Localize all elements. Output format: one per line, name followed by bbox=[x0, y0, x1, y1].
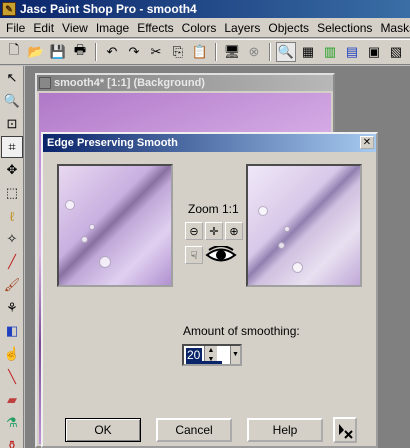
color-replacer-icon[interactable]: ◧ bbox=[1, 320, 23, 342]
toolbar-separator bbox=[269, 43, 271, 61]
eraser-tool-icon[interactable]: ▰ bbox=[1, 389, 23, 411]
water-drop bbox=[65, 200, 75, 210]
zoom-level-label: Zoom 1:1 bbox=[188, 202, 239, 216]
hand-icon[interactable]: ☟ bbox=[185, 246, 203, 264]
layers-icon[interactable]: ▣ bbox=[364, 42, 384, 62]
menu-effects[interactable]: Effects bbox=[133, 21, 177, 35]
deform-tool-icon[interactable]: ⊡ bbox=[1, 113, 23, 135]
close-icon[interactable]: ✕ bbox=[360, 136, 374, 149]
clone-tool-icon[interactable]: ⚘ bbox=[1, 297, 23, 319]
zoom-out-icon[interactable]: ⊖ bbox=[185, 222, 203, 240]
histogram-icon[interactable]: ▥ bbox=[320, 42, 340, 62]
overview-icon[interactable]: ▧ bbox=[386, 42, 406, 62]
retouch-tool-icon[interactable]: ☝ bbox=[1, 343, 23, 365]
toolbar-separator bbox=[215, 43, 217, 61]
cut-icon[interactable]: ✂ bbox=[146, 42, 166, 62]
monitor-icon[interactable]: 🖥 bbox=[222, 42, 242, 62]
dropper-tool-icon[interactable]: ╱ bbox=[1, 251, 23, 273]
help-button[interactable]: Help bbox=[247, 418, 323, 442]
dialog-title: Edge Preserving Smooth bbox=[47, 137, 178, 149]
print-icon[interactable]: 🖶 bbox=[70, 42, 90, 62]
image-window-title: smooth4* [1:1] (Background) bbox=[54, 77, 205, 89]
app-title: Jasc Paint Shop Pro - smooth4 bbox=[20, 2, 197, 16]
toolbar: 🗋 📂 💾 🖶 ↶ ↷ ✂ ⎘ 📋 🖥 ⊗ 🔍 ▦ ▥ ▤ ▣ ▧ bbox=[0, 39, 410, 65]
edge-preserving-smooth-dialog: Edge Preserving Smooth ✕ Zoom 1:1 ⊖ ✛ ⊕ … bbox=[41, 132, 378, 448]
grid-icon[interactable]: ▦ bbox=[298, 42, 318, 62]
freehand-tool-icon[interactable]: ℓ bbox=[1, 205, 23, 227]
paintbrush-tool-icon[interactable]: 🖌 bbox=[1, 274, 23, 296]
menu-objects[interactable]: Objects bbox=[264, 21, 313, 35]
menu-layers[interactable]: Layers bbox=[220, 21, 264, 35]
zoom-tool-icon[interactable]: 🔍 bbox=[276, 42, 296, 62]
toolbar-separator bbox=[95, 43, 97, 61]
cancel-button[interactable]: Cancel bbox=[156, 418, 232, 442]
water-drop bbox=[99, 256, 111, 268]
scratch-remover-icon[interactable]: ╲ bbox=[1, 366, 23, 388]
browse-icon[interactable]: ⊗ bbox=[244, 42, 264, 62]
amount-input[interactable]: 20 bbox=[186, 348, 202, 362]
open-folder-icon[interactable]: 📂 bbox=[26, 42, 46, 62]
app-title-bar[interactable]: ✎ Jasc Paint Shop Pro - smooth4 bbox=[0, 0, 410, 18]
water-drop bbox=[89, 224, 95, 230]
app-icon: ✎ bbox=[2, 2, 16, 16]
copy-icon[interactable]: ⎘ bbox=[168, 42, 188, 62]
selection-tool-icon[interactable]: ⬚ bbox=[1, 182, 23, 204]
redo-icon[interactable]: ↷ bbox=[124, 42, 144, 62]
mover-tool-icon[interactable]: ✥ bbox=[1, 159, 23, 181]
palette-icon[interactable]: ▤ bbox=[342, 42, 362, 62]
reset-defaults-icon[interactable] bbox=[333, 417, 357, 443]
new-file-icon[interactable]: 🗋 bbox=[4, 42, 24, 62]
menu-file[interactable]: File bbox=[2, 21, 29, 35]
menu-selections[interactable]: Selections bbox=[313, 21, 376, 35]
paste-icon[interactable]: 📋 bbox=[190, 42, 210, 62]
save-icon[interactable]: 💾 bbox=[48, 42, 68, 62]
picture-tube-icon[interactable]: ⚗ bbox=[1, 412, 23, 434]
menu-bar: File Edit View Image Effects Colors Laye… bbox=[0, 18, 410, 38]
menu-image[interactable]: Image bbox=[92, 21, 133, 35]
menu-edit[interactable]: Edit bbox=[29, 21, 58, 35]
image-window-title-bar[interactable]: smooth4* [1:1] (Background) bbox=[37, 75, 333, 91]
water-drop bbox=[284, 226, 290, 232]
arrow-tool-icon[interactable]: ↖ bbox=[1, 67, 23, 89]
undo-icon[interactable]: ↶ bbox=[102, 42, 122, 62]
after-preview[interactable] bbox=[246, 164, 362, 287]
amount-slider-bar bbox=[186, 361, 222, 364]
slider-dropdown-icon[interactable]: ▼ bbox=[230, 346, 240, 364]
menu-colors[interactable]: Colors bbox=[178, 21, 221, 35]
before-preview[interactable] bbox=[57, 164, 173, 287]
crop-tool-icon[interactable]: ⌗ bbox=[1, 136, 23, 158]
spin-up-icon[interactable]: ▲ bbox=[205, 346, 217, 355]
water-drop bbox=[258, 206, 268, 216]
amount-spinner[interactable]: 20 ▲ ▼ ▼ bbox=[182, 344, 242, 366]
menu-view[interactable]: View bbox=[58, 21, 92, 35]
airbrush-tool-icon[interactable]: ⚱ bbox=[1, 435, 23, 448]
zoom-in-icon[interactable]: ⊕ bbox=[225, 222, 243, 240]
amount-of-smoothing-label: Amount of smoothing: bbox=[183, 324, 300, 338]
ok-button[interactable]: OK bbox=[65, 418, 141, 442]
water-drop bbox=[292, 262, 303, 273]
image-icon bbox=[39, 77, 51, 89]
zoom-tool-icon[interactable]: 🔍 bbox=[1, 90, 23, 112]
proof-eye-icon[interactable] bbox=[204, 245, 237, 265]
water-drop bbox=[81, 236, 88, 243]
magic-wand-icon[interactable]: ✧ bbox=[1, 228, 23, 250]
dialog-title-bar[interactable]: Edge Preserving Smooth bbox=[43, 134, 376, 152]
water-drop bbox=[278, 242, 285, 249]
menu-masks[interactable]: Masks bbox=[376, 21, 410, 35]
pan-icon[interactable]: ✛ bbox=[205, 222, 223, 240]
tool-palette: ↖ 🔍 ⊡ ⌗ ✥ ⬚ ℓ ✧ ╱ 🖌 ⚘ ◧ ☝ ╲ ▰ ⚗ ⚱ bbox=[0, 66, 24, 448]
